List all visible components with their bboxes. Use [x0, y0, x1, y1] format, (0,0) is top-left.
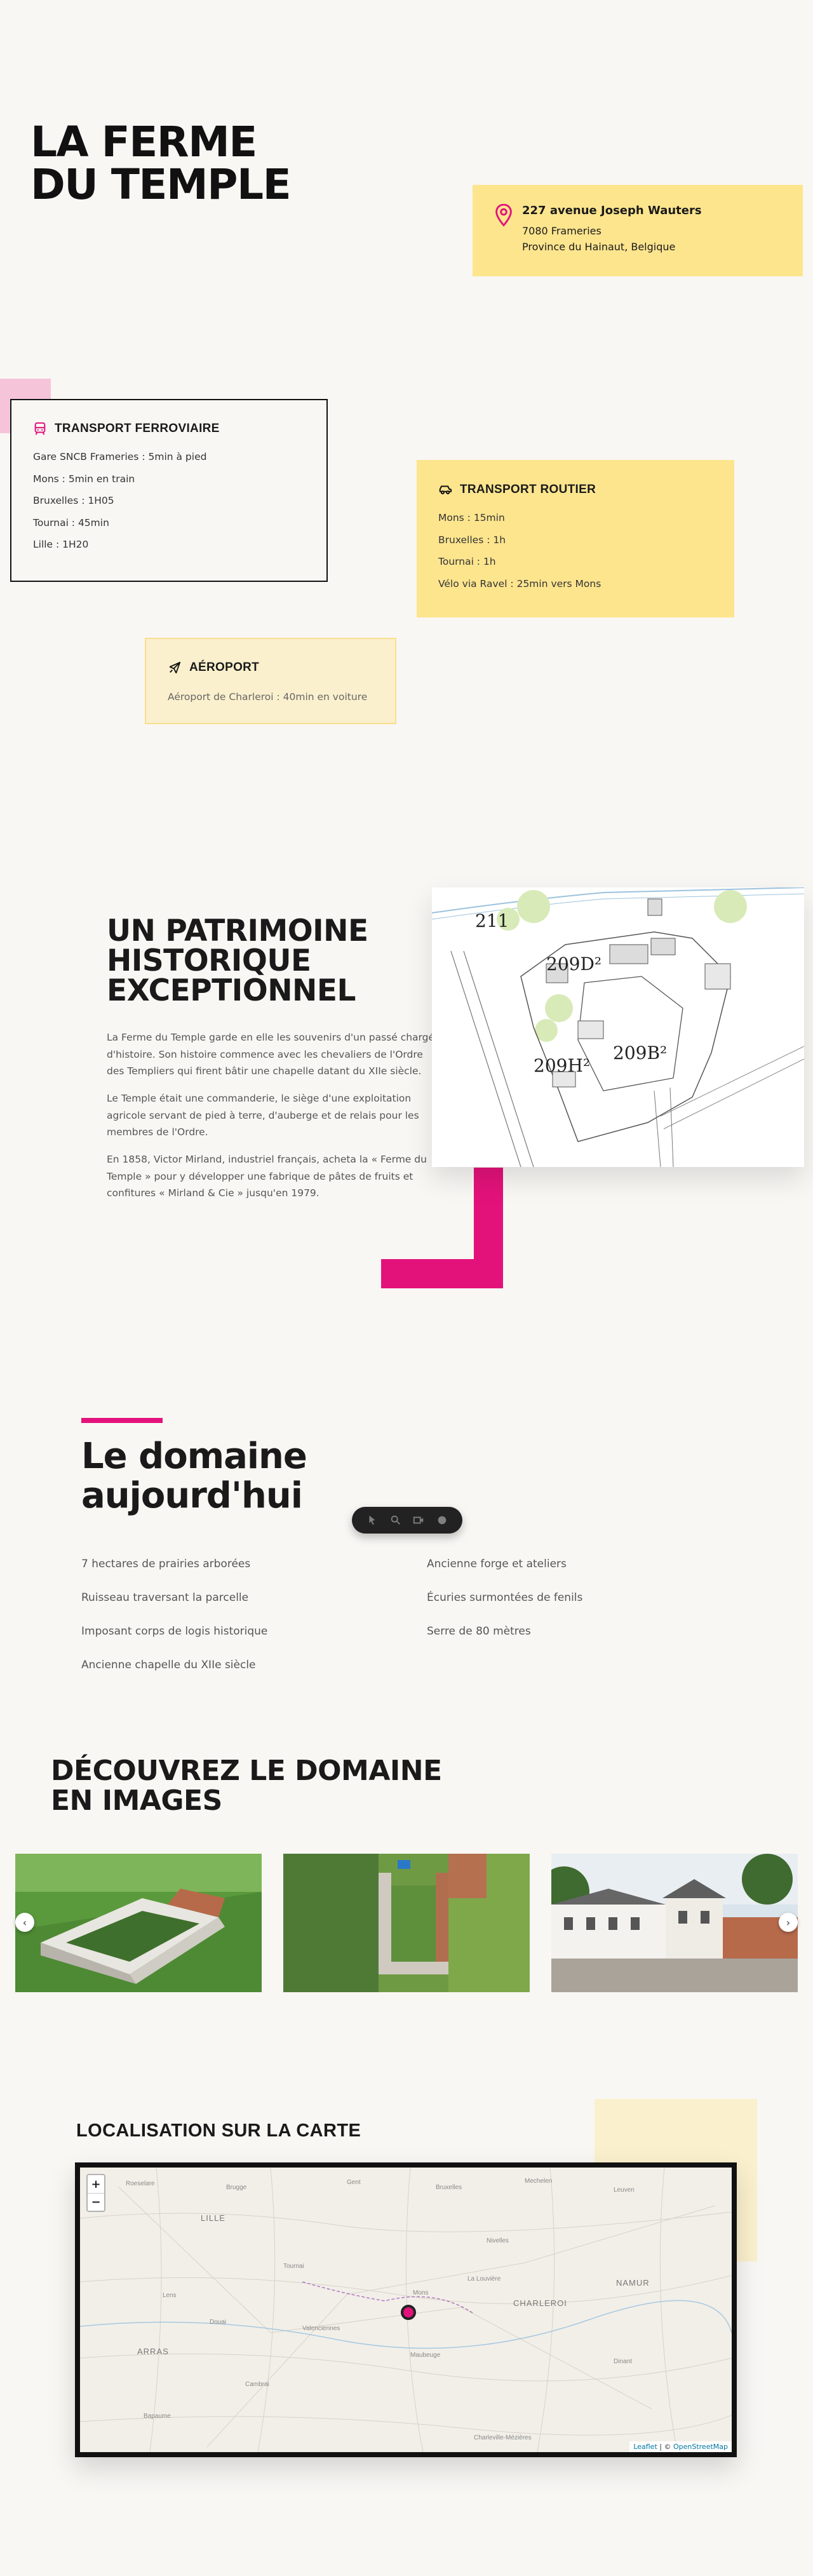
list-item: Vélo via Ravel : 25min vers Mons: [438, 577, 601, 590]
gallery-next-button[interactable]: ›: [779, 1913, 798, 1932]
feature-item: Ancienne chapelle du XIIe siècle: [81, 1659, 256, 1671]
gallery-title: DÉCOUVREZ LE DOMAINE EN IMAGES: [51, 1755, 442, 1817]
heritage-paragraph: La Ferme du Temple garde en elle les sou…: [107, 1032, 435, 1077]
location-marker-icon[interactable]: [401, 2305, 416, 2320]
zoom-icon[interactable]: [390, 1514, 401, 1526]
plan-label: 209D²: [546, 954, 601, 974]
address-province: Province du Hainaut, Belgique: [522, 240, 676, 253]
map-attribution: Leaflet | © OpenStreetMap: [629, 2441, 732, 2452]
road-card-title: TRANSPORT ROUTIER: [460, 483, 596, 496]
map-city-label: LILLE: [201, 2213, 225, 2223]
map-widget[interactable]: LILLE CHARLEROI NAMUR ARRAS Roeselare Br…: [75, 2162, 737, 2457]
gallery-slide[interactable]: [15, 1854, 262, 1992]
feature-item: Ruisseau traversant la parcelle: [81, 1591, 249, 1604]
map-city-label: Valenciennes: [302, 2325, 340, 2332]
list-item: Tournai : 1h: [438, 556, 496, 567]
car-icon: [439, 485, 452, 495]
map-city-label: Mons: [413, 2289, 429, 2296]
map-city-label: Brugge: [226, 2184, 247, 2191]
road-transport-card: TRANSPORT ROUTIER Mons : 15min Bruxelles…: [417, 460, 734, 617]
record-icon[interactable]: [436, 1514, 448, 1526]
location-pin-icon: [495, 204, 512, 227]
decorative-pink-corner: [381, 1168, 503, 1288]
map-city-label: Dinant: [614, 2358, 632, 2365]
rail-list: Gare SNCB Frameries : 5min à pied Mons :…: [33, 452, 306, 550]
feature-item: Serre de 80 mètres: [427, 1625, 531, 1638]
list-item: Bruxelles : 1H05: [33, 495, 114, 506]
openstreetmap-link[interactable]: OpenStreetMap: [673, 2443, 728, 2451]
rail-card-header: TRANSPORT FERROVIAIRE: [33, 422, 306, 436]
heritage-title: UN PATRIMOINE HISTORIQUE EXCEPTIONNEL: [107, 914, 368, 1008]
list-item: Gare SNCB Frameries : 5min à pied: [33, 451, 207, 462]
gallery-slide[interactable]: [551, 1854, 798, 1992]
floating-toolbar[interactable]: [352, 1507, 462, 1534]
video-icon[interactable]: [413, 1514, 424, 1526]
list-item: Aéroport de Charleroi : 40min en voiture: [168, 691, 368, 703]
list-item: Mons : 5min en train: [33, 473, 135, 485]
plane-icon: [169, 661, 181, 674]
map-city-label: ARRAS: [137, 2347, 169, 2356]
gallery-slide[interactable]: [283, 1854, 530, 1992]
accent-bar: [81, 1418, 163, 1423]
feature-item: 7 hectares de prairies arborées: [81, 1558, 251, 1570]
address-card: 227 avenue Joseph Wauters 7080 Frameries…: [473, 185, 803, 276]
airport-card-title: AÉROPORT: [189, 661, 260, 674]
map-city-label: Lens: [163, 2292, 177, 2299]
aerial-courtyard-photo: [283, 1854, 530, 1992]
feature-item: Imposant corps de logis historique: [81, 1625, 268, 1638]
cursor-icon[interactable]: [366, 1514, 378, 1526]
train-icon: [34, 422, 46, 435]
gallery-prev-button[interactable]: ‹: [15, 1913, 34, 1932]
map-city-label: Leuven: [614, 2187, 635, 2194]
cadastral-plan-image: 211 209D² 209H² 209B²: [432, 887, 804, 1167]
map-zoom-control: + −: [86, 2174, 105, 2212]
airport-card-header: AÉROPORT: [168, 661, 373, 675]
list-item: Tournai : 45min: [33, 516, 109, 529]
list-item: Mons : 15min: [438, 512, 505, 523]
feature-item: Écuries surmontées de fenils: [427, 1591, 583, 1604]
heritage-paragraph: Le Temple était une commanderie, le sièg…: [107, 1092, 419, 1138]
leaflet-link[interactable]: Leaflet: [633, 2443, 657, 2451]
map-tiles: [80, 2168, 732, 2452]
map-city-label: Bapaume: [144, 2413, 171, 2420]
map-city-label: Douai: [210, 2319, 227, 2326]
map-city-label: Gent: [347, 2179, 361, 2186]
address-street: 227 avenue Joseph Wauters: [522, 204, 702, 217]
map-city-label: Roeselare: [126, 2180, 155, 2187]
domain-title: Le domaine aujourd'hui: [81, 1436, 307, 1516]
zoom-in-button[interactable]: +: [88, 2175, 104, 2193]
plan-label: 209B²: [613, 1042, 667, 1063]
map-city-label: NAMUR: [616, 2278, 650, 2288]
map-city-label: Nivelles: [487, 2237, 509, 2244]
map-city-label: Maubeuge: [410, 2352, 441, 2359]
map-city-label: CHARLEROI: [513, 2298, 567, 2308]
road-list: Mons : 15min Bruxelles : 1h Tournai : 1h…: [438, 513, 713, 589]
plan-label: 211: [475, 910, 509, 931]
address-city: 7080 Frameries: [522, 225, 601, 237]
map-city-label: Cambrai: [245, 2381, 269, 2388]
map-title: LOCALISATION SUR LA CARTE: [76, 2121, 361, 2141]
plan-label: 209H²: [534, 1055, 590, 1076]
map-city-label: Mechelen: [525, 2178, 553, 2185]
page-title: LA FERME DU TEMPLE: [30, 118, 292, 210]
airport-card: AÉROPORT Aéroport de Charleroi : 40min e…: [145, 638, 396, 724]
map-city-label: La Louvière: [467, 2276, 501, 2283]
cadastral-plan-drawing: 211 209D² 209H² 209B²: [432, 887, 804, 1167]
map-city-label: Charleville-Mézières: [474, 2434, 532, 2441]
zoom-out-button[interactable]: −: [88, 2193, 104, 2211]
feature-item: Ancienne forge et ateliers: [427, 1558, 567, 1570]
road-card-header: TRANSPORT ROUTIER: [438, 483, 713, 497]
list-item: Lille : 1H20: [33, 539, 89, 550]
aerial-farm-photo: [15, 1854, 262, 1992]
rail-transport-card: TRANSPORT FERROVIAIRE Gare SNCB Framerie…: [10, 399, 328, 582]
map-city-label: Tournai: [283, 2263, 304, 2270]
farmhouse-facade-photo: [551, 1854, 798, 1992]
rail-card-title: TRANSPORT FERROVIAIRE: [55, 422, 220, 435]
map-city-label: Bruxelles: [436, 2184, 462, 2191]
list-item: Bruxelles : 1h: [438, 534, 506, 546]
